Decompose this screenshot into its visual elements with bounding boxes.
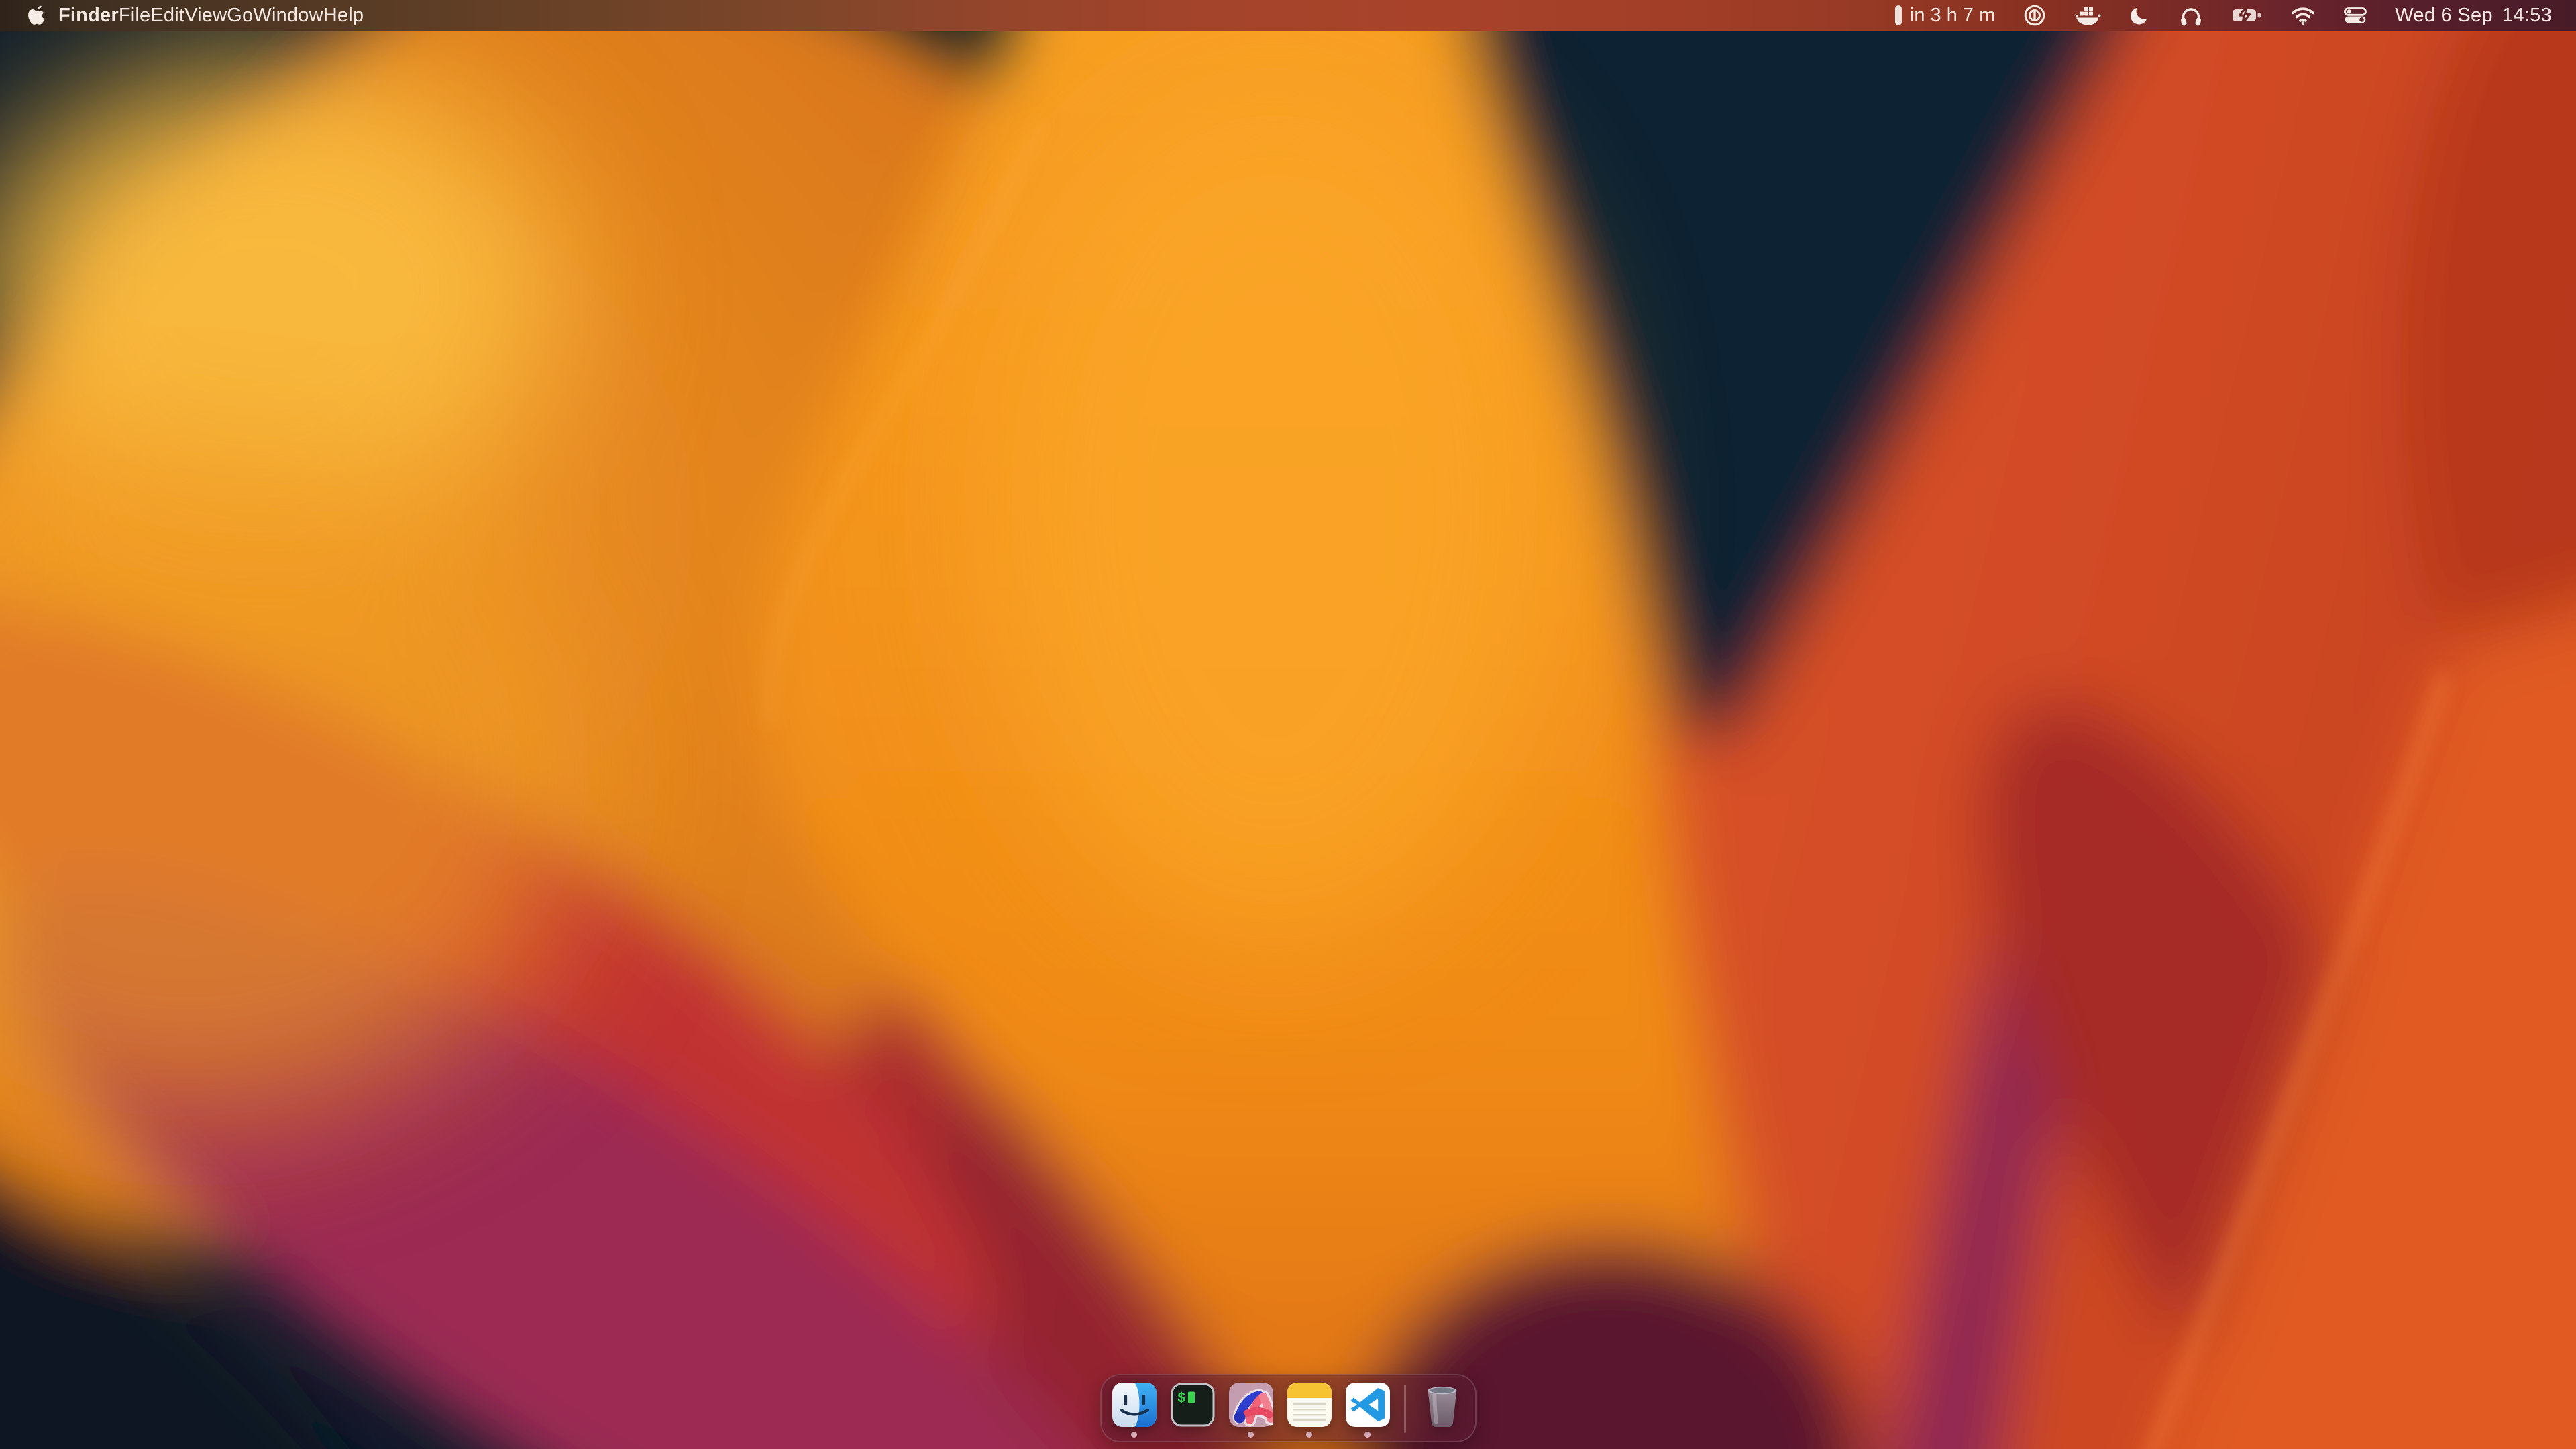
timer-pill-icon	[1894, 5, 1902, 26]
running-indicator	[1248, 1432, 1254, 1438]
dock-item-terminal[interactable]: $	[1171, 1375, 1215, 1438]
finder-icon	[1112, 1383, 1157, 1427]
status-1password[interactable]	[2023, 0, 2046, 31]
status-audio-output[interactable]	[2179, 0, 2203, 31]
desktop-wallpaper	[0, 0, 2576, 1449]
menu-item-go[interactable]: Go	[227, 0, 253, 31]
notes-icon	[1287, 1383, 1332, 1427]
dock-panel: $	[1100, 1374, 1477, 1442]
menu-item-finder[interactable]: Finder	[58, 0, 119, 31]
vscode-icon	[1346, 1383, 1390, 1427]
status-control-center[interactable]	[2344, 0, 2367, 31]
terminal-icon: $	[1171, 1383, 1215, 1427]
menu-item-window[interactable]: Window	[253, 0, 323, 31]
keyhole-circle-icon	[2023, 4, 2046, 27]
running-indicator	[1364, 1432, 1371, 1438]
dock-item-arc-browser[interactable]	[1229, 1375, 1273, 1438]
dock-item-trash[interactable]	[1420, 1375, 1464, 1439]
control-center-icon	[2344, 7, 2367, 24]
countdown-label: in 3 h 7 m	[1910, 6, 1995, 25]
status-wifi[interactable]	[2290, 0, 2316, 31]
terminal-prompt-glyph: $	[1177, 1391, 1186, 1407]
status-battery[interactable]	[2231, 0, 2262, 31]
clock-date: Wed 6 Sep	[2395, 6, 2493, 25]
menu-item-file[interactable]: File	[119, 0, 151, 31]
dock: $	[0, 1374, 2576, 1442]
app-menus: Finder File Edit View Go Window Help	[58, 0, 364, 31]
dock-item-vscode[interactable]	[1346, 1375, 1390, 1438]
apple-logo-icon	[27, 5, 45, 27]
running-indicator	[1306, 1432, 1312, 1438]
clock-time: 14:53	[2502, 6, 2552, 25]
wifi-icon	[2290, 5, 2316, 25]
dock-item-finder[interactable]	[1112, 1375, 1157, 1438]
dock-item-notes[interactable]	[1287, 1375, 1332, 1438]
apple-menu[interactable]	[27, 0, 45, 31]
status-focus-mode[interactable]	[2129, 0, 2151, 31]
battery-charging-icon	[2231, 7, 2262, 24]
menu-bar-status-area: in 3 h 7 m	[1894, 0, 2576, 31]
menu-bar-left: Finder File Edit View Go Window Help	[0, 0, 364, 31]
running-indicator	[1131, 1432, 1137, 1438]
menu-item-view[interactable]: View	[184, 0, 227, 31]
menu-bar-clock[interactable]: Wed 6 Sep 14:53	[2395, 0, 2552, 31]
menu-bar: Finder File Edit View Go Window Help in …	[0, 0, 2576, 31]
trash-icon	[1421, 1381, 1464, 1428]
focus-moon-icon	[2129, 5, 2151, 26]
dock-divider	[1404, 1385, 1406, 1433]
menu-item-edit[interactable]: Edit	[150, 0, 184, 31]
docker-whale-icon	[2074, 5, 2101, 26]
status-countdown-timer[interactable]: in 3 h 7 m	[1894, 0, 1995, 31]
status-docker[interactable]	[2074, 0, 2101, 31]
menu-item-help[interactable]: Help	[323, 0, 364, 31]
arc-browser-icon	[1229, 1383, 1273, 1427]
headphones-icon	[2179, 4, 2203, 27]
